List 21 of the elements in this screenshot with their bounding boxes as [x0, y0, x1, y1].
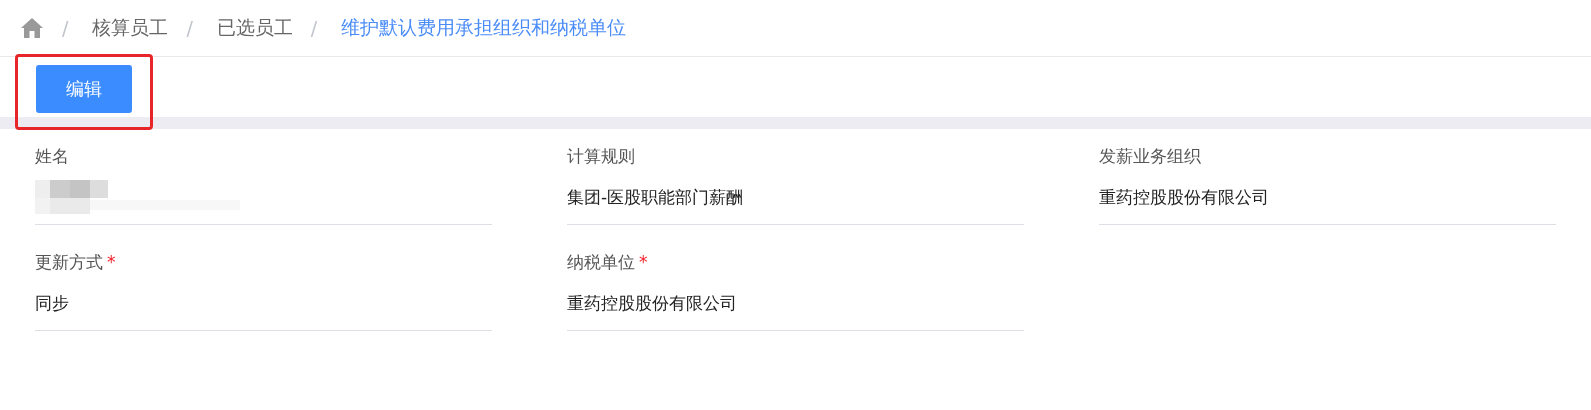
required-mark: * [639, 252, 648, 272]
field-label: 发薪业务组织 [1099, 144, 1201, 168]
field-label: 姓名 [35, 144, 69, 168]
value-field[interactable]: 集团-医股职能部门薪酬 [567, 171, 1024, 225]
value-field[interactable]: 重药控股股份有限公司 [1099, 171, 1556, 225]
field-label: 纳税单位 [567, 250, 635, 274]
breadcrumb-separator: / [62, 17, 69, 39]
field-value: 重药控股股份有限公司 [1099, 186, 1269, 209]
field-label: 更新方式 [35, 250, 103, 274]
field-label: 计算规则 [567, 144, 635, 168]
breadcrumb-separator: / [186, 17, 193, 39]
field-value: 重药控股股份有限公司 [567, 292, 737, 315]
breadcrumb-link[interactable]: 已选员工 [216, 15, 293, 41]
required-mark: * [107, 252, 116, 272]
field-value: 同步 [35, 292, 69, 315]
value-field[interactable]: 同步 [35, 277, 492, 331]
breadcrumb-link[interactable]: 核算员工 [92, 15, 169, 41]
field-value: 集团-医股职能部门薪酬 [567, 186, 744, 209]
breadcrumb-separator: / [310, 17, 318, 39]
home-icon[interactable] [20, 17, 44, 39]
value-field[interactable]: 重药控股股份有限公司 [567, 277, 1024, 331]
